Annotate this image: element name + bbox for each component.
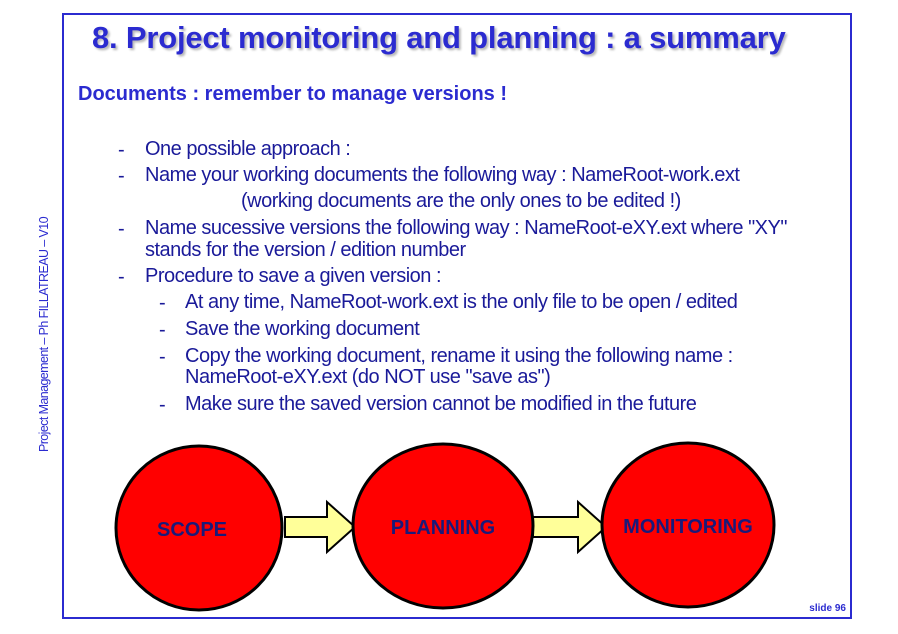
arrow-scope-to-planning: [284, 499, 357, 555]
circle-label-planning: PLANNING: [391, 517, 495, 539]
circle-label-scope: SCOPE: [157, 519, 227, 541]
process-diagram: SCOPE PLANNING MONITORING: [114, 441, 776, 612]
circle-label-monitoring: MONITORING: [623, 516, 753, 538]
slide-number: slide 96: [809, 603, 846, 614]
arrow-planning-to-monitoring: [532, 499, 608, 555]
